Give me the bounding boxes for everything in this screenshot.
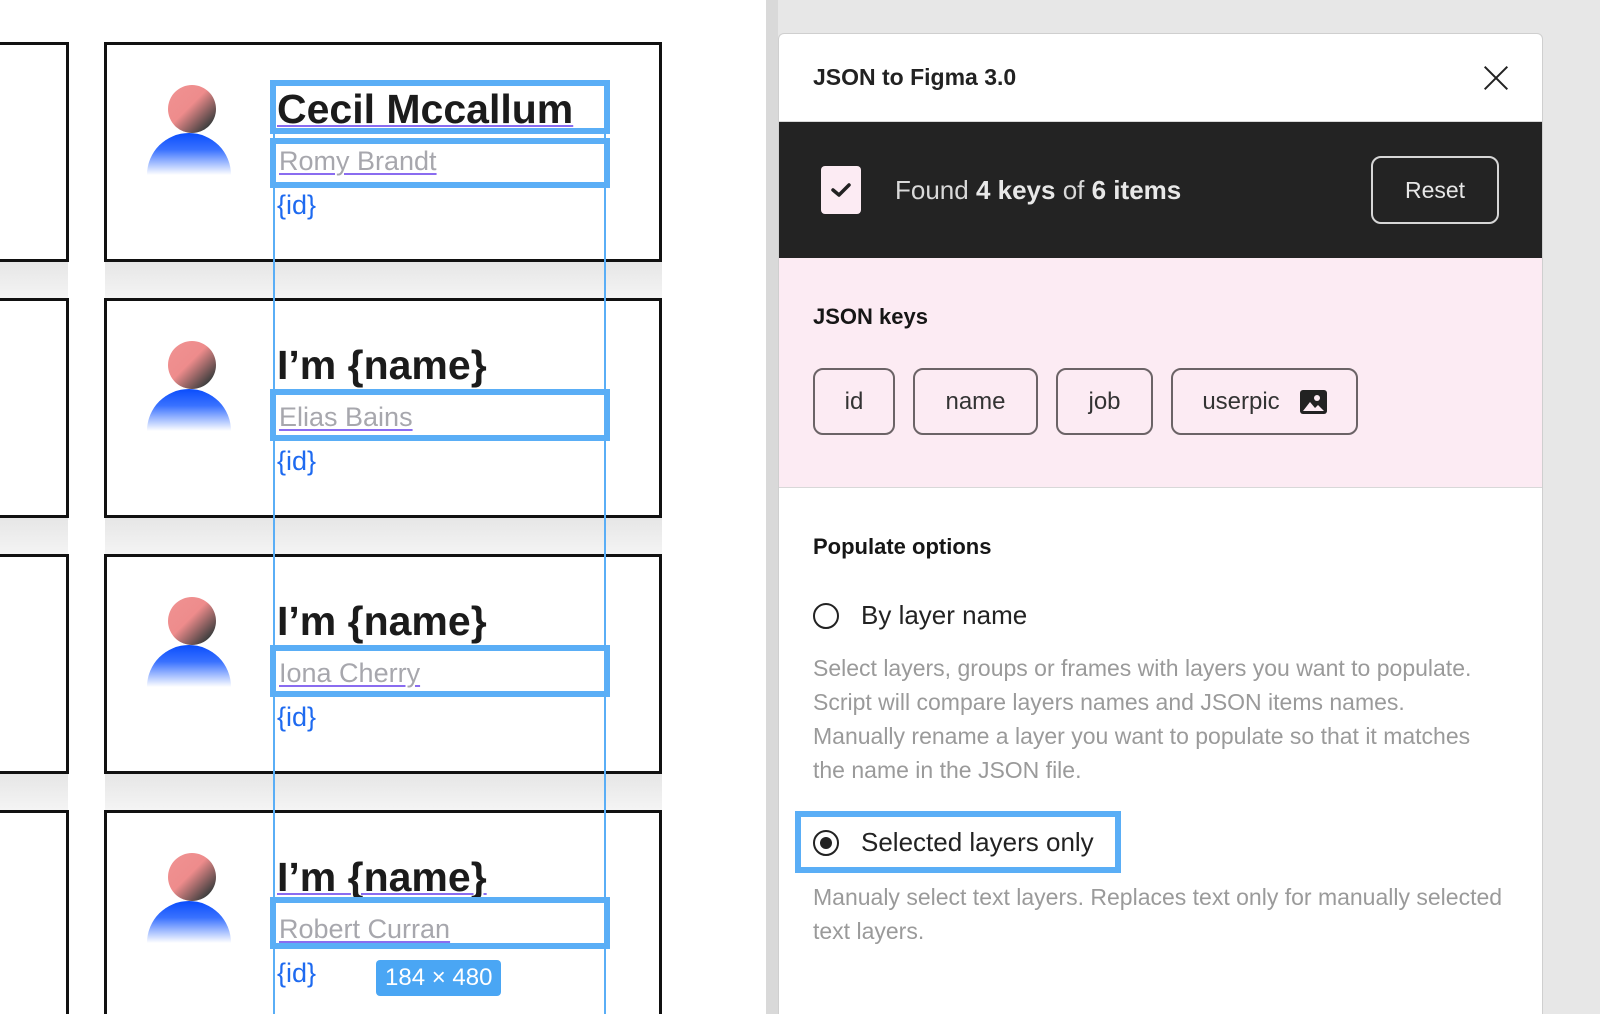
radio-unchecked-icon[interactable] xyxy=(813,603,839,629)
radio-checked-icon[interactable] xyxy=(813,830,839,856)
image-icon xyxy=(1300,390,1327,414)
found-checkbox[interactable] xyxy=(821,166,861,214)
selection-box-title[interactable] xyxy=(270,80,610,134)
card-title[interactable]: I’m {name} xyxy=(277,857,487,898)
json-key-chip[interactable]: id xyxy=(813,368,895,435)
card-title[interactable]: I’m {name} xyxy=(277,601,487,642)
row-gap xyxy=(0,518,68,554)
row-gap xyxy=(0,262,68,298)
keys-count: 4 keys xyxy=(976,175,1056,205)
card-id[interactable]: {id} xyxy=(277,704,316,731)
populate-options-section: Populate options By layer name Select la… xyxy=(779,488,1542,948)
row-gap xyxy=(105,518,662,554)
close-icon[interactable] xyxy=(1478,60,1514,96)
status-middle: of xyxy=(1055,175,1091,205)
card-partial[interactable] xyxy=(0,42,69,262)
json-key-list: id name job userpic xyxy=(813,368,1542,435)
selection-bound-right xyxy=(604,84,606,1014)
status-prefix: Found xyxy=(895,175,976,205)
user-avatar-icon xyxy=(147,85,231,181)
card-id[interactable]: {id} xyxy=(277,448,316,475)
plugin-panel: JSON to Figma 3.0 Found 4 keys of 6 item… xyxy=(778,33,1543,1014)
user-avatar-icon xyxy=(147,853,231,949)
chip-label: name xyxy=(945,388,1005,416)
row-gap xyxy=(0,774,68,810)
user-avatar-icon xyxy=(147,597,231,693)
card-title[interactable]: I’m {name} xyxy=(277,345,487,386)
chip-label: id xyxy=(845,388,864,416)
card-id[interactable]: {id} xyxy=(277,960,316,987)
plugin-header: JSON to Figma 3.0 xyxy=(779,34,1542,122)
selection-box-job[interactable] xyxy=(270,138,610,188)
selection-box-job[interactable] xyxy=(270,389,610,441)
json-key-chip[interactable]: name xyxy=(913,368,1038,435)
radio-by-layer-name[interactable]: By layer name xyxy=(813,600,1542,631)
row-gap xyxy=(105,774,662,810)
card-partial[interactable] xyxy=(0,298,69,518)
card-partial[interactable] xyxy=(0,810,69,1014)
selection-size-badge: 184 × 480 xyxy=(376,960,501,996)
user-avatar-icon xyxy=(147,341,231,437)
chip-label: userpic xyxy=(1202,388,1279,416)
items-count: 6 items xyxy=(1092,175,1182,205)
card-id[interactable]: {id} xyxy=(277,192,316,219)
plugin-title: JSON to Figma 3.0 xyxy=(813,64,1016,91)
card-partial[interactable] xyxy=(0,554,69,774)
reset-button[interactable]: Reset xyxy=(1371,156,1499,224)
status-bar: Found 4 keys of 6 items Reset xyxy=(779,122,1542,258)
json-keys-section: JSON keys id name job userpic xyxy=(779,258,1542,488)
checkmark-icon xyxy=(830,181,852,199)
radio-label: By layer name xyxy=(861,600,1027,631)
populate-title: Populate options xyxy=(813,534,1542,560)
option-description: Select layers, groups or frames with lay… xyxy=(813,651,1503,787)
json-key-chip[interactable]: userpic xyxy=(1171,368,1358,435)
json-key-chip[interactable]: job xyxy=(1056,368,1153,435)
row-gap xyxy=(105,262,662,298)
selection-bound-left xyxy=(273,84,275,1014)
selection-box-option xyxy=(795,811,1121,873)
selection-box-job[interactable] xyxy=(270,645,610,697)
chip-label: job xyxy=(1088,388,1120,416)
status-text: Found 4 keys of 6 items xyxy=(895,175,1371,206)
selection-box-job[interactable] xyxy=(270,897,610,949)
figma-canvas[interactable]: Cecil Mccallum Romy Brandt {id} I’m {nam… xyxy=(0,0,782,1014)
json-keys-title: JSON keys xyxy=(813,304,1542,330)
option-description: Manualy select text layers. Replaces tex… xyxy=(813,880,1503,948)
